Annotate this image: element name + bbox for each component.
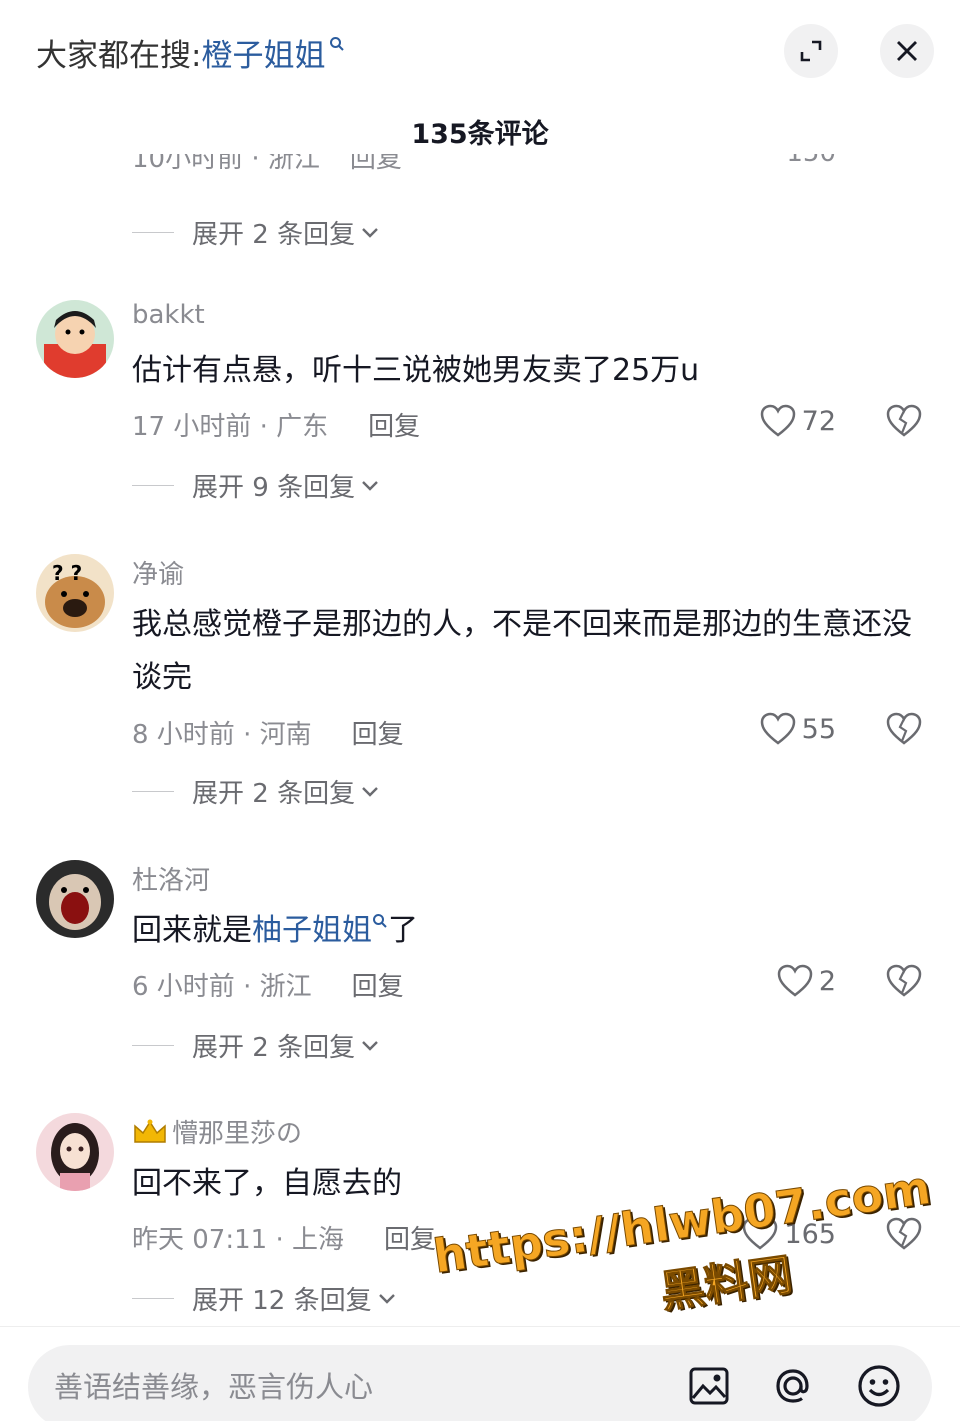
comment-username[interactable]: 懵那里莎の (132, 1113, 302, 1150)
expand-replies-label: 展开 9 条回复 (192, 473, 356, 503)
search-icon (373, 914, 387, 928)
comment-username[interactable]: 杜洛河 (132, 860, 210, 897)
like-button[interactable]: 2 (777, 964, 836, 998)
comment-text-after: 了 (388, 913, 418, 948)
divider-line (132, 1298, 174, 1299)
reply-button[interactable]: 回复 (368, 406, 420, 443)
comment-count-title: 135条评论 (411, 119, 549, 150)
expand-fullscreen-button[interactable] (784, 24, 838, 78)
comment-meta: 6 小时前 · 浙江 回复 (132, 966, 404, 1003)
expand-icon (800, 40, 822, 62)
avatar[interactable] (36, 300, 114, 378)
mention-button[interactable] (770, 1363, 816, 1409)
comment-meta: 8 小时前 · 河南 回复 (132, 714, 404, 751)
comment-time-location: 昨天 07:11 · 上海 (132, 1225, 344, 1255)
chevron-down-icon (378, 1293, 395, 1304)
comment-text-before: 回来就是 (132, 913, 252, 948)
expand-replies-label: 展开 12 条回复 (192, 1286, 372, 1316)
partial-like-count: 150 (786, 154, 836, 175)
expand-replies-label: 展开 2 条回复 (192, 220, 356, 250)
chevron-down-icon (362, 480, 378, 491)
close-button[interactable] (880, 24, 934, 78)
expand-replies-button[interactable]: 展开 9 条回复 (132, 467, 379, 504)
broken-heart-icon (886, 964, 922, 997)
comment-time-location: 6 小时前 · 浙江 (132, 972, 312, 1002)
at-icon (776, 1369, 809, 1403)
expand-replies-label: 展开 2 条回复 (192, 1033, 356, 1063)
hot-search-bar[interactable]: 大家都在搜: 橙子姐姐 (36, 28, 345, 76)
broken-heart-icon (886, 712, 922, 745)
partial-reply-button[interactable]: 回复 (350, 154, 402, 175)
comment-input[interactable] (54, 1345, 614, 1421)
emoji-icon (858, 1365, 900, 1407)
divider-line (132, 791, 174, 792)
divider-line (132, 232, 174, 233)
emoji-button[interactable] (856, 1363, 902, 1409)
dislike-button[interactable] (886, 712, 922, 750)
partial-time-loc: 10小时前 · 浙江 (132, 154, 320, 174)
comment-text: 我总感觉橙子是那边的人，不是不回来而是那边的生意还没谈完 (132, 607, 912, 695)
divider-line (132, 485, 174, 486)
expand-replies-button[interactable]: 展开 2 条回复 (132, 773, 379, 810)
avatar[interactable] (36, 1113, 114, 1191)
comment-time-location: 17 小时前 · 广东 (132, 412, 329, 442)
expand-replies-button[interactable]: 展开 2 条回复 (132, 1027, 379, 1064)
reply-button[interactable]: 回复 (352, 966, 404, 1003)
dislike-button[interactable] (886, 964, 922, 1002)
avatar[interactable]: ? ? (36, 554, 114, 632)
chevron-down-icon (362, 1040, 378, 1051)
search-icon (329, 24, 345, 60)
comment-username[interactable]: bakkt (132, 300, 205, 330)
image-icon (689, 1367, 729, 1405)
like-button[interactable]: 55 (760, 712, 836, 746)
comment-time-location: 8 小时前 · 河南 (132, 720, 312, 750)
partial-comment-meta: 10小时前 · 浙江 回复 150 (132, 154, 932, 186)
crown-icon (134, 1119, 166, 1143)
comment-list[interactable]: 10小时前 · 浙江 回复 150 展开 2 条回复 bakkt 估计有点悬，听… (0, 150, 960, 1325)
heart-icon (760, 404, 795, 437)
heart-icon (777, 964, 813, 997)
expand-replies-button[interactable]: 展开 2 条回复 (132, 214, 379, 251)
comment-text: 回来就是柚子姐姐了 (132, 904, 922, 957)
dislike-button[interactable] (886, 404, 922, 442)
image-button[interactable] (686, 1363, 732, 1409)
close-icon (897, 41, 917, 61)
like-button[interactable]: 72 (760, 404, 836, 438)
hot-search-prefix: 大家都在搜: (36, 37, 202, 74)
reply-button[interactable]: 回复 (352, 714, 404, 751)
comment-text: 估计有点悬，听十三说被她男友卖了25万u (132, 353, 700, 388)
chevron-down-icon (362, 227, 378, 238)
comment-username[interactable]: 净谕 (132, 554, 184, 591)
reply-button[interactable]: 回复 (384, 1219, 436, 1256)
hot-search-keyword[interactable]: 橙子姐姐 (201, 30, 325, 75)
divider-line (132, 1045, 174, 1046)
svg-text:? ?: ? ? (52, 561, 82, 585)
username-text: 懵那里莎の (172, 1119, 303, 1149)
like-count: 2 (818, 965, 836, 997)
expand-replies-button[interactable]: 展开 12 条回复 (132, 1280, 396, 1317)
avatar[interactable] (36, 860, 114, 938)
heart-icon (760, 712, 795, 745)
chevron-down-icon (362, 786, 378, 797)
like-count: 72 (801, 405, 836, 437)
comment-meta: 17 小时前 · 广东 回复 (132, 406, 420, 443)
comment-input-box[interactable] (28, 1345, 932, 1421)
broken-heart-icon (886, 404, 922, 437)
comment-keyword-link[interactable]: 柚子姐姐 (252, 913, 372, 948)
like-count: 55 (801, 713, 836, 745)
expand-replies-label: 展开 2 条回复 (192, 779, 356, 809)
comment-meta: 昨天 07:11 · 上海 回复 (132, 1219, 436, 1256)
